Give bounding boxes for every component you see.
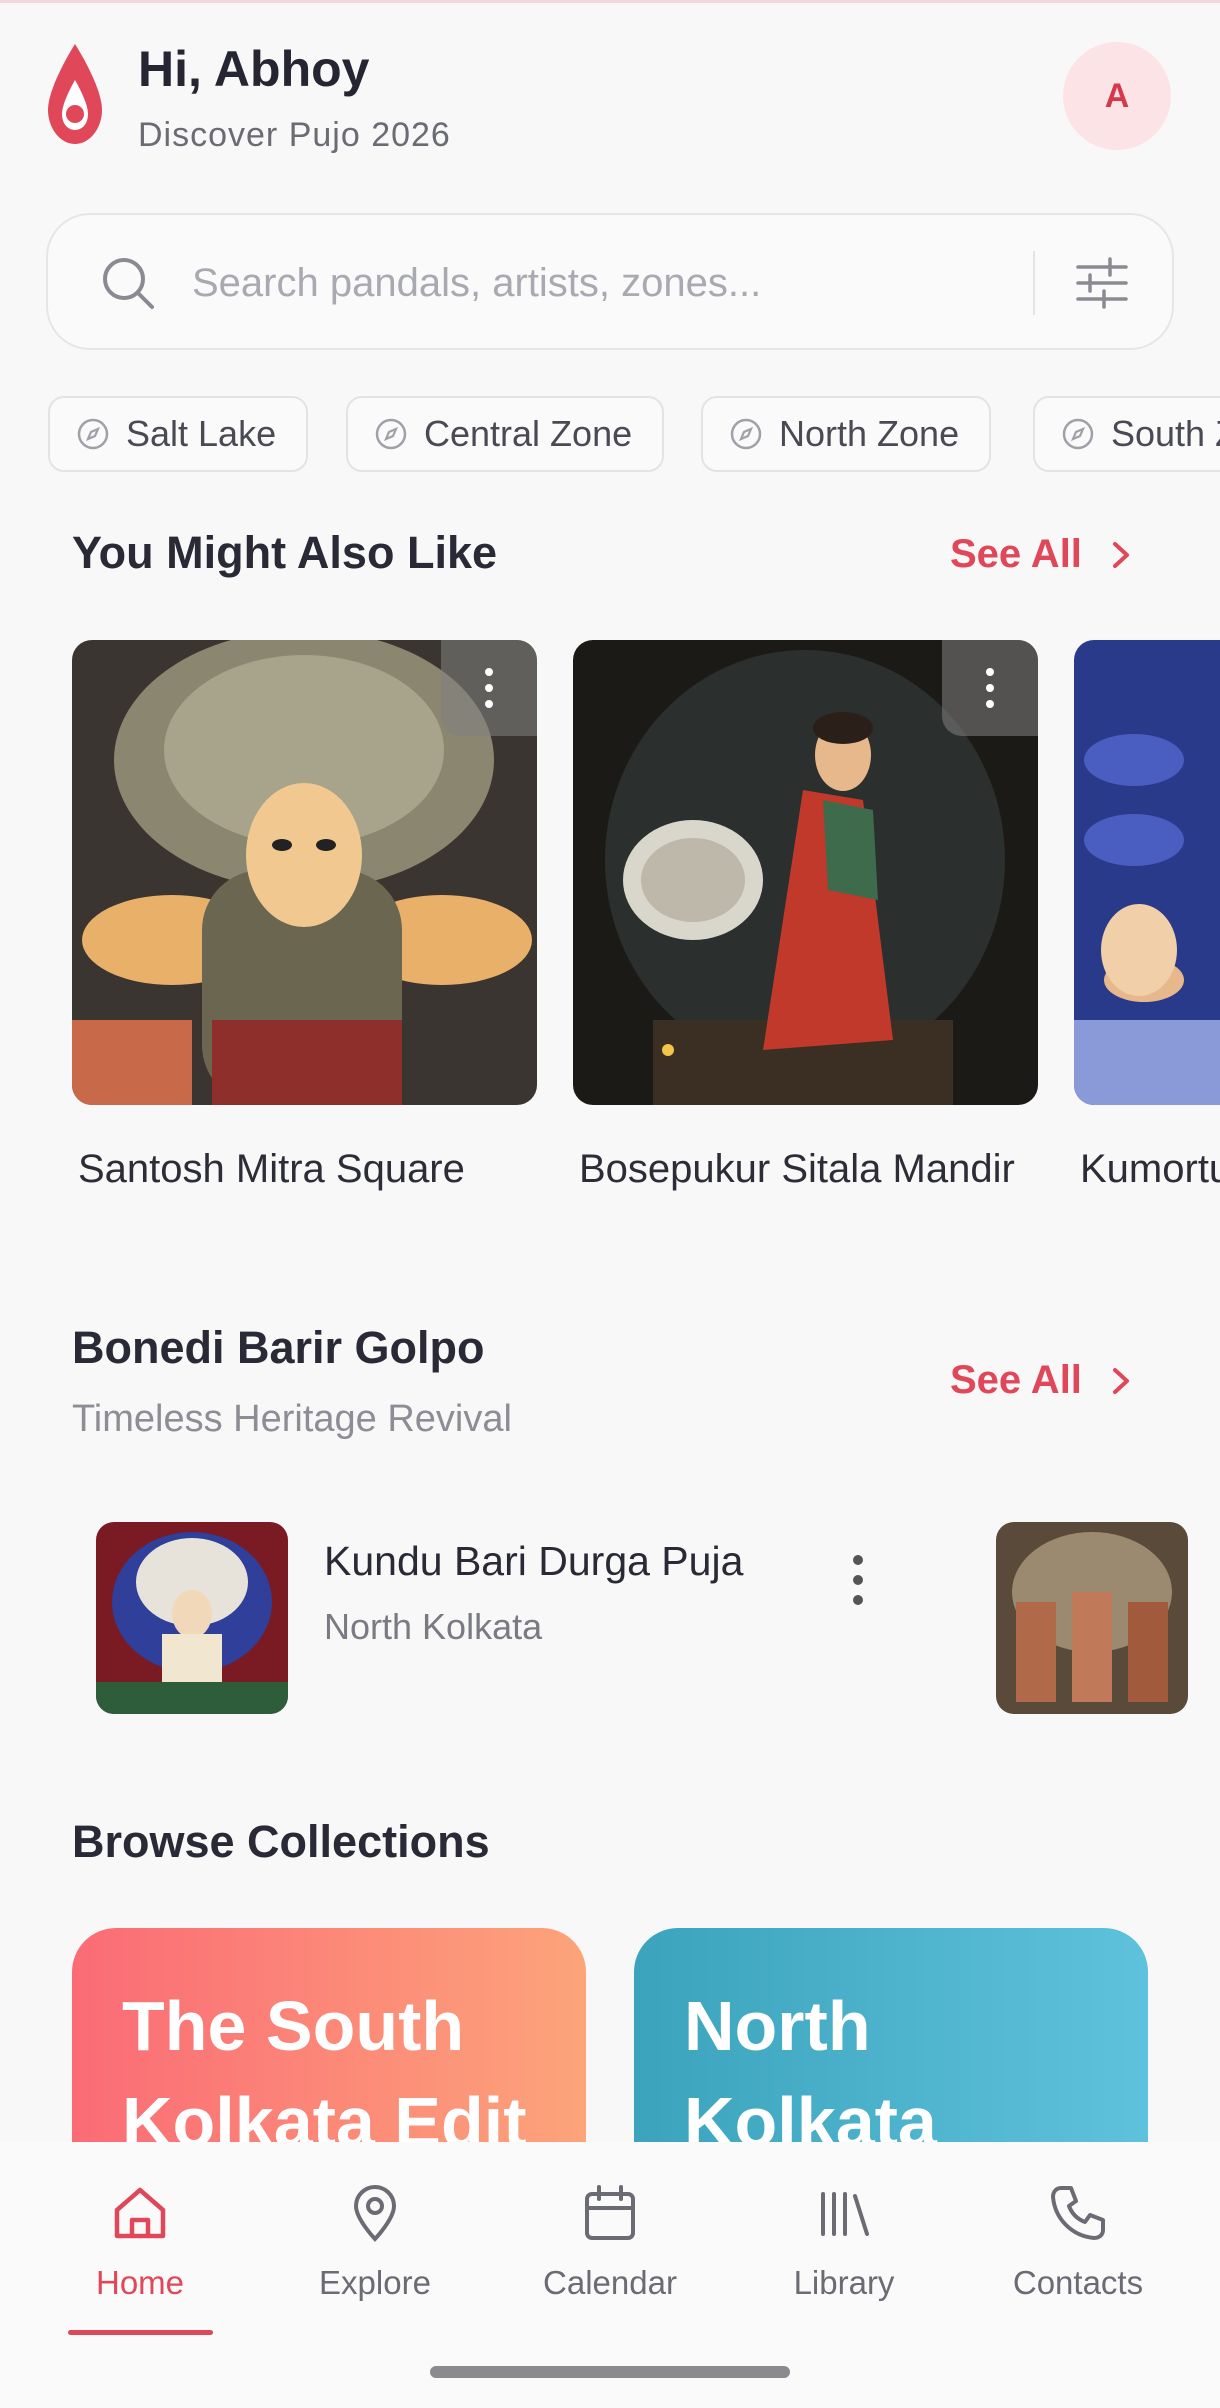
pandal-card-title: Kumortuli xyxy=(1080,1147,1220,1191)
collection-card-north-kolkata[interactable]: North Kolkata xyxy=(634,1928,1148,2142)
map-pin-icon xyxy=(353,2184,397,2242)
nav-label: Home xyxy=(95,2264,185,2301)
more-vertical-icon xyxy=(986,668,994,708)
bonedi-next-image xyxy=(996,1522,1188,1714)
pandal-image xyxy=(1074,640,1220,1105)
nav-label: Contacts xyxy=(1012,2264,1144,2301)
chevron-right-icon xyxy=(1112,1367,1129,1394)
compass-icon xyxy=(375,418,407,450)
calendar-icon xyxy=(585,2185,635,2240)
nav-contacts[interactable]: Contacts xyxy=(968,2182,1188,2302)
nav-explore[interactable]: Explore xyxy=(265,2182,485,2302)
nav-calendar[interactable]: Calendar xyxy=(500,2182,720,2302)
bonedi-item-location: North Kolkata xyxy=(324,1606,543,1647)
pandal-card[interactable]: Kumortuli xyxy=(1074,640,1220,1200)
chip-north-zone[interactable]: North Zone xyxy=(701,396,992,472)
chip-label: Central Zone xyxy=(424,413,633,454)
pandal-image xyxy=(72,640,537,1105)
chip-south-zone[interactable]: South Zone xyxy=(1033,396,1220,472)
collections-row: The South Kolkata Edit North Kolkata xyxy=(0,1928,1220,2142)
status-strip xyxy=(0,0,1220,3)
nav-library[interactable]: Library xyxy=(734,2182,954,2302)
chip-label: North Zone xyxy=(779,413,960,454)
pandal-card-title: Santosh Mitra Square xyxy=(78,1147,465,1191)
app-logo-icon xyxy=(48,44,102,144)
see-all-label: See All xyxy=(950,532,1082,576)
chip-salt-lake[interactable]: Salt Lake xyxy=(48,396,309,472)
pandal-card[interactable]: Santosh Mitra Square xyxy=(72,640,537,1200)
bonedi-thumbnail[interactable] xyxy=(96,1522,288,1714)
kundu-bari-image xyxy=(96,1522,288,1714)
phone-icon xyxy=(1051,2186,1105,2240)
pandal-image xyxy=(573,640,1038,1105)
search-input[interactable] xyxy=(192,253,912,313)
library-icon xyxy=(821,2192,869,2236)
nav-home[interactable]: Home xyxy=(30,2182,250,2302)
see-all-label: See All xyxy=(950,1358,1082,1402)
avatar[interactable]: A xyxy=(1063,42,1171,150)
gesture-home-bar[interactable] xyxy=(430,2366,790,2378)
pandal-card-title: Bosepukur Sitala Mandir xyxy=(579,1147,1015,1191)
search-divider xyxy=(1033,251,1035,315)
nav-label: Calendar xyxy=(543,2264,677,2301)
chevron-right-icon xyxy=(1112,541,1129,568)
bonedi-item-title: Kundu Bari Durga Puja xyxy=(324,1538,744,1584)
pandal-card[interactable]: Bosepukur Sitala Mandir xyxy=(573,640,1038,1200)
chip-label: Salt Lake xyxy=(126,413,277,454)
compass-icon xyxy=(1062,418,1094,450)
nav-active-indicator xyxy=(68,2330,213,2335)
card-more-button[interactable] xyxy=(441,640,537,736)
collections-section-title: Browse Collections xyxy=(72,1816,490,1867)
search-bar[interactable] xyxy=(46,213,1174,350)
home-icon xyxy=(114,2187,166,2239)
compass-icon xyxy=(77,418,109,450)
chip-label: South Zone xyxy=(1111,413,1220,454)
recommend-section-title: You Might Also Like xyxy=(72,527,497,578)
compass-icon xyxy=(730,418,762,450)
recommend-carousel: Santosh Mitra Square Bosepukur Sitala Ma… xyxy=(0,640,1220,1260)
collection-card-title: North Kolkata xyxy=(684,1987,937,2142)
filter-sliders-icon[interactable] xyxy=(1072,253,1132,313)
card-more-button[interactable] xyxy=(942,640,1038,736)
bonedi-list: Kundu Bari Durga Puja North Kolkata xyxy=(0,1500,1220,1730)
kumortuli-idol-image xyxy=(1074,640,1220,1105)
collection-card-title: The South Kolkata Edit xyxy=(122,1987,527,2142)
bonedi-section-title: Bonedi Barir Golpo xyxy=(72,1322,485,1373)
bonedi-see-all-button[interactable]: See All xyxy=(950,1358,1138,1403)
more-vertical-icon xyxy=(485,668,493,708)
collection-card-south-kolkata[interactable]: The South Kolkata Edit xyxy=(72,1928,586,2142)
recommend-see-all-button[interactable]: See All xyxy=(950,532,1138,577)
greeting-title: Hi, Abhoy xyxy=(138,41,370,97)
nav-label: Explore xyxy=(319,2264,431,2301)
chip-central-zone[interactable]: Central Zone xyxy=(346,396,665,472)
zone-chips: Salt Lake Central Zone North Zone South … xyxy=(48,396,1220,474)
search-icon xyxy=(103,258,154,309)
bonedi-thumbnail[interactable] xyxy=(996,1522,1188,1714)
more-vertical-icon[interactable] xyxy=(846,1550,870,1610)
nav-label: Library xyxy=(793,2264,895,2301)
greeting-subtitle: Discover Pujo 2026 xyxy=(138,116,451,154)
bonedi-section-subtitle: Timeless Heritage Revival xyxy=(72,1398,512,1440)
